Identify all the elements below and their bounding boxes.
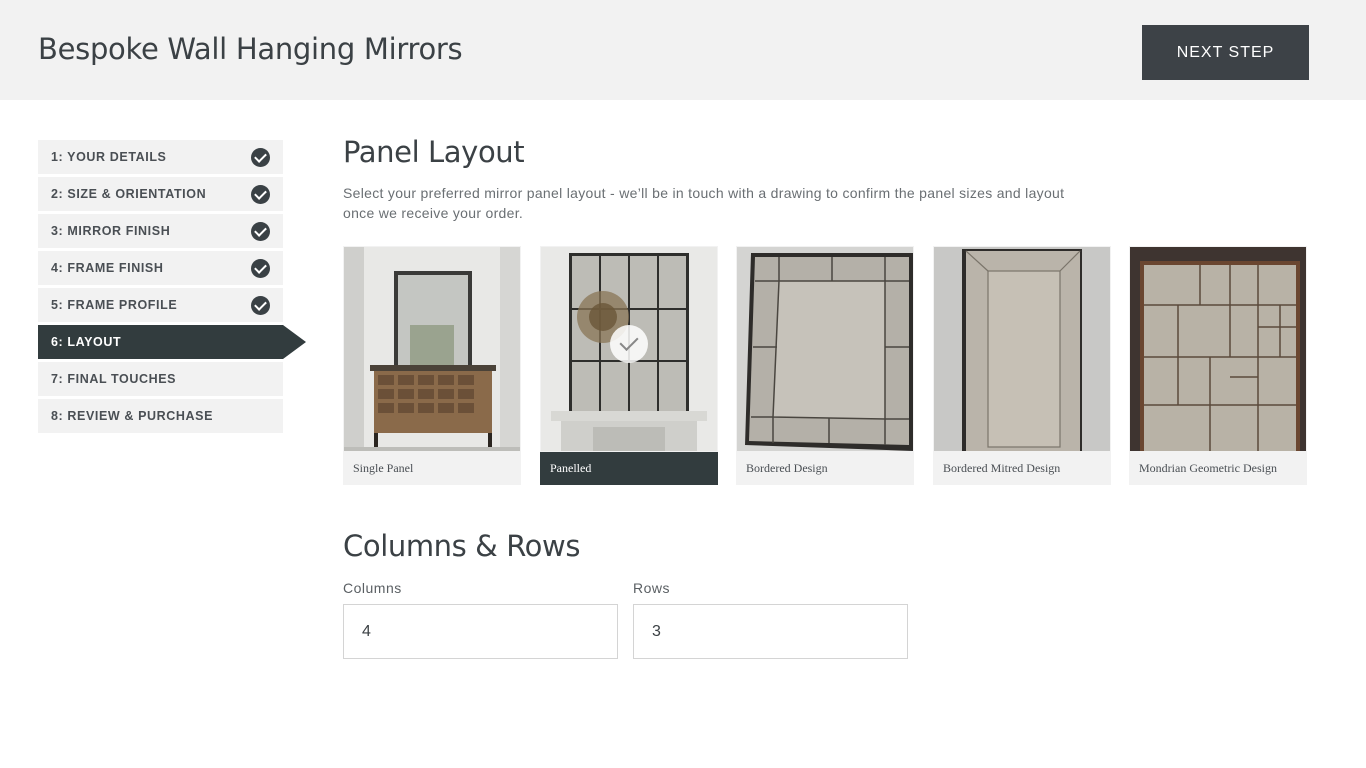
step-layout[interactable]: 6: LAYOUT [38,325,306,359]
layout-options: Single Panel Panelled Bordered Design Bo… [343,246,1307,486]
rows-label: Rows [633,580,671,596]
next-step-button[interactable]: NEXT STEP [1142,25,1309,80]
layout-option-label: Bordered Mitred Design [943,461,1061,475]
header-bar: Bespoke Wall Hanging Mirrors NEXT STEP [0,0,1366,100]
layout-option-label: Bordered Design [746,461,828,475]
step-label: 3: MIRROR FINISH [51,224,171,238]
layout-option-label: Mondrian Geometric Design [1139,461,1277,475]
check-circle-icon [251,185,270,204]
step-label: 2: SIZE & ORIENTATION [51,187,207,201]
panel-layout-title: Panel Layout [343,135,525,169]
step-label: 7: FINAL TOUCHES [51,372,177,386]
layout-option-mondrian[interactable]: Mondrian Geometric Design [1129,246,1307,485]
check-circle-icon [251,259,270,278]
step-navigation: 1: YOUR DETAILS 2: SIZE & ORIENTATION 3:… [38,140,306,436]
step-label: 5: FRAME PROFILE [51,298,178,312]
rows-input[interactable] [633,604,908,659]
layout-option-panelled[interactable]: Panelled [540,246,718,485]
panelled-image [541,247,717,451]
layout-option-bordered-design[interactable]: Bordered Design [736,246,914,485]
step-label: 1: YOUR DETAILS [51,150,167,164]
layout-option-label: Panelled [540,452,718,485]
step-size-orientation[interactable]: 2: SIZE & ORIENTATION [38,177,283,211]
step-label: 4: FRAME FINISH [51,261,164,275]
panel-layout-description: Select your preferred mirror panel layou… [343,185,1065,221]
layout-option-bordered-mitred[interactable]: Bordered Mitred Design [933,246,1111,485]
step-review-purchase[interactable]: 8: REVIEW & PURCHASE [38,399,283,433]
mondrian-image [1130,247,1306,451]
bordered-mitred-image [934,247,1110,451]
step-frame-finish[interactable]: 4: FRAME FINISH [38,251,283,285]
selected-check-icon [610,325,648,363]
step-frame-profile[interactable]: 5: FRAME PROFILE [38,288,283,322]
check-circle-icon [251,148,270,167]
main-content: Panel Layout Select your preferred mirro… [343,135,1323,659]
layout-option-single-panel[interactable]: Single Panel [343,246,521,485]
check-circle-icon [251,296,270,315]
step-your-details[interactable]: 1: YOUR DETAILS [38,140,283,174]
columns-input[interactable] [343,604,618,659]
step-final-touches[interactable]: 7: FINAL TOUCHES [38,362,283,396]
page-title: Bespoke Wall Hanging Mirrors [38,32,463,66]
columns-label: Columns [343,580,402,596]
check-circle-icon [251,222,270,241]
layout-option-label: Single Panel [353,461,414,475]
single-panel-image [344,247,520,451]
step-label: 6: LAYOUT [51,335,122,349]
step-mirror-finish[interactable]: 3: MIRROR FINISH [38,214,283,248]
step-label: 8: REVIEW & PURCHASE [51,409,214,423]
columns-rows-title: Columns & Rows [343,529,581,563]
bordered-design-image [737,247,913,451]
